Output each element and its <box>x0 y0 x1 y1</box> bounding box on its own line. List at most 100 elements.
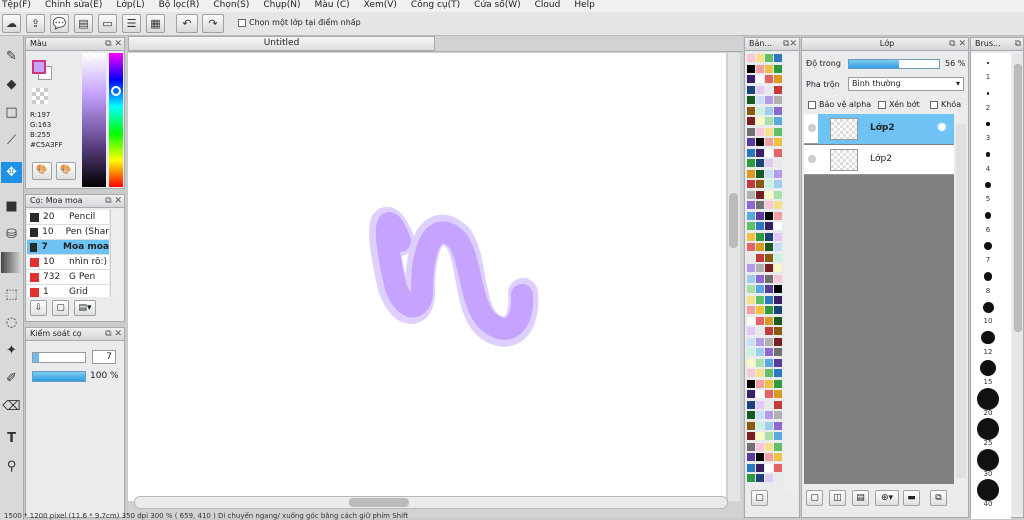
eye-icon[interactable] <box>808 124 816 132</box>
panel-controls-icon[interactable]: ⧉ ✕ <box>105 328 122 340</box>
color-settings-icon[interactable]: 🎨 <box>56 162 76 180</box>
brush-size-dot[interactable] <box>979 359 997 377</box>
chat-icon[interactable]: 💬 <box>50 14 69 33</box>
color-swatch[interactable] <box>765 337 773 346</box>
brush-size-dot[interactable] <box>987 62 989 64</box>
color-swatch[interactable] <box>774 201 782 209</box>
color-swatch[interactable] <box>774 327 782 335</box>
color-swatch[interactable] <box>774 463 782 472</box>
layer-row[interactable]: Lớp2 ✹ <box>804 114 954 144</box>
color-swatch[interactable] <box>774 264 782 272</box>
color-swatch[interactable] <box>747 211 755 220</box>
color-swatch[interactable] <box>756 190 764 199</box>
color-swatch[interactable] <box>765 327 773 335</box>
color-swatch[interactable] <box>765 379 773 388</box>
list-icon[interactable]: ☰ <box>122 14 141 33</box>
menu-item[interactable]: Chụp(N) <box>263 0 300 12</box>
brush-list-item[interactable]: 7 Moa moa <box>27 240 109 255</box>
color-swatch[interactable] <box>747 358 755 367</box>
eyedropper-tool-icon[interactable]: ⚲ <box>1 456 22 477</box>
color-swatch[interactable] <box>765 453 773 461</box>
brush-size-slider[interactable] <box>32 352 86 363</box>
color-swatch[interactable] <box>774 253 782 262</box>
color-swatch[interactable] <box>774 169 782 178</box>
color-swatch[interactable] <box>756 369 764 377</box>
color-swatch[interactable] <box>747 96 755 104</box>
color-swatch[interactable] <box>756 85 764 94</box>
pen-tool-icon[interactable]: ✎ <box>1 46 22 67</box>
color-swatch[interactable] <box>747 64 755 73</box>
color-swatch[interactable] <box>765 159 773 167</box>
color-swatch[interactable] <box>747 138 755 146</box>
color-swatch[interactable] <box>774 190 782 199</box>
color-swatch[interactable] <box>765 442 773 451</box>
color-swatch[interactable] <box>756 64 764 73</box>
color-swatch[interactable] <box>747 243 755 251</box>
color-swatch[interactable] <box>774 400 782 409</box>
color-swatch[interactable] <box>747 337 755 346</box>
select-rect-tool-icon[interactable]: ⬚ <box>1 284 22 305</box>
select-eraser-tool-icon[interactable]: ⌫ <box>1 396 22 417</box>
add-brush-icon[interactable]: ⇩ <box>30 300 47 316</box>
select-pen-tool-icon[interactable]: ✐ <box>1 368 22 389</box>
color-swatch[interactable] <box>765 117 773 125</box>
color-swatch[interactable] <box>765 316 773 325</box>
horizontal-scroll-thumb[interactable] <box>349 498 409 507</box>
color-swatch[interactable] <box>765 190 773 199</box>
color-swatch[interactable] <box>774 442 782 451</box>
color-swatch[interactable] <box>756 285 764 293</box>
color-swatch[interactable] <box>747 432 755 440</box>
color-swatch[interactable] <box>774 285 782 293</box>
color-swatch[interactable] <box>765 358 773 367</box>
color-swatch[interactable] <box>774 432 782 440</box>
hue-slider[interactable] <box>109 53 123 187</box>
color-swatch[interactable] <box>747 75 755 83</box>
color-swatch[interactable] <box>774 379 782 388</box>
color-swatch[interactable] <box>747 264 755 272</box>
color-swatch[interactable] <box>765 306 773 314</box>
color-swatch[interactable] <box>747 190 755 199</box>
color-swatch[interactable] <box>774 390 782 398</box>
color-swatch[interactable] <box>747 306 755 314</box>
brush-list-item[interactable]: 10 nhìn rõ:) <box>27 255 109 270</box>
color-swatch[interactable] <box>765 264 773 272</box>
color-swatch[interactable] <box>756 243 764 251</box>
brush-size-dot[interactable] <box>986 92 990 95</box>
color-swatch[interactable] <box>765 243 773 251</box>
panel-controls-icon[interactable]: ⧉ ✕ <box>105 195 122 207</box>
folder-icon[interactable]: ▬ <box>903 490 920 506</box>
color-swatch[interactable] <box>756 54 764 62</box>
color-swatch[interactable] <box>756 306 764 314</box>
color-swatch[interactable] <box>765 400 773 409</box>
color-swatch[interactable] <box>756 96 764 104</box>
eraser-tool-icon[interactable]: ◆ <box>1 74 22 95</box>
color-swatch[interactable] <box>774 117 782 125</box>
color-swatch[interactable] <box>765 127 773 136</box>
color-swatch[interactable] <box>747 169 755 178</box>
color-swatch[interactable] <box>765 421 773 430</box>
color-swatch[interactable] <box>747 274 755 283</box>
color-swatch[interactable] <box>756 379 764 388</box>
color-swatch[interactable] <box>765 96 773 104</box>
color-swatch[interactable] <box>756 463 764 472</box>
color-swatch[interactable] <box>747 390 755 398</box>
brush-size-input[interactable]: 7 <box>92 350 116 364</box>
brush-size-dot[interactable] <box>982 301 994 313</box>
color-swatch[interactable] <box>747 54 755 62</box>
gear-icon[interactable]: ✹ <box>936 120 948 136</box>
color-swatch[interactable] <box>756 348 764 356</box>
color-swatch[interactable] <box>765 285 773 293</box>
color-swatch[interactable] <box>747 327 755 335</box>
color-swatch[interactable] <box>756 442 764 451</box>
color-swatch[interactable] <box>747 474 755 482</box>
color-swatch[interactable] <box>747 400 755 409</box>
color-swatch[interactable] <box>756 327 764 335</box>
duplicate-layer-icon[interactable]: ⧉ <box>930 490 947 506</box>
color-swatch[interactable] <box>747 148 755 157</box>
color-swatch[interactable] <box>765 253 773 262</box>
comment-icon[interactable]: ▤ <box>74 14 93 33</box>
color-swatch[interactable] <box>756 159 764 167</box>
new-brush-icon[interactable]: ▢ <box>52 300 69 316</box>
color-swatch[interactable] <box>765 85 773 94</box>
color-swatch[interactable] <box>747 222 755 230</box>
